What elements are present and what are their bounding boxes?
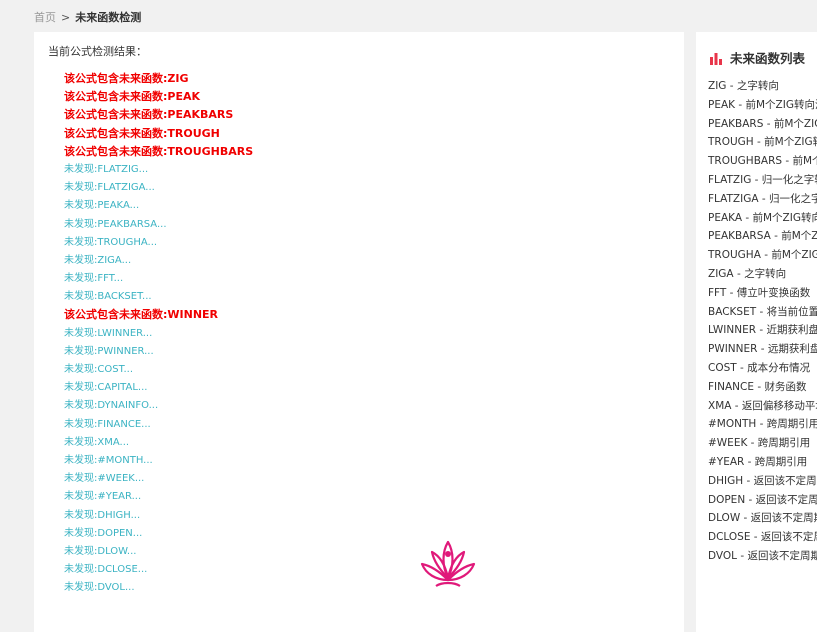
sidebar-function-item[interactable]: DHIGH - 返回该不定周期最高价 [708,472,817,491]
result-item-not-found: 未发现:DHIGH... [64,509,141,521]
sidebar-header: 未来函数列表 [710,50,805,68]
result-item-found: 该公式包含未来函数:TROUGH [64,126,220,140]
result-item-not-found: 未发现:PEAKBARSA... [64,218,167,230]
breadcrumb: 首页 > 未来函数检测 [34,10,141,26]
lotus-logo-watermark [420,540,476,587]
sidebar-function-item[interactable]: DVOL - 返回该不定周期成交量 [708,547,817,566]
future-function-sidebar: 未来函数列表 ZIG - 之字转向PEAK - 前M个ZIG转向波峰值PEAKB… [696,32,817,632]
result-item-found: 该公式包含未来函数:WINNER [64,308,219,322]
result-item-not-found: 未发现:TROUGHA... [64,236,158,248]
result-item-found: 该公式包含未来函数:ZIG [64,72,189,85]
result-item-found: 该公式包含未来函数:PEAKBARS [64,108,234,122]
sidebar-function-item[interactable]: #WEEK - 跨周期引用 [708,434,817,453]
sidebar-function-item[interactable]: #MONTH - 跨周期引用 [708,415,817,434]
sidebar-function-item[interactable]: #YEAR - 跨周期引用 [708,453,817,472]
detection-result-panel: 当前公式检测结果： 该公式包含未来函数:ZIG 该公式包含未来函数:PEAK 该公式… [34,32,684,632]
sidebar-function-item[interactable]: FFT - 傅立叶变换函数 [708,284,817,303]
result-item-not-found: 未发现:DLOW... [64,545,137,557]
sidebar-function-item[interactable]: XMA - 返回偏移移动平均 [708,397,817,416]
sidebar-function-item[interactable]: FLATZIG - 归一化之字转向 [708,171,817,190]
sidebar-function-item[interactable]: PEAKA - 前M个ZIG转向波峰值 [708,209,817,228]
result-item-not-found: 未发现:FLATZIGA... [64,182,155,194]
result-item-not-found: 未发现:DCLOSE... [64,564,148,576]
result-item-not-found: 未发现:#WEEK... [64,473,145,485]
sidebar-function-item[interactable]: FLATZIGA - 归一化之字转向 [708,190,817,209]
breadcrumb-current: 未来函数检测 [75,11,142,24]
sidebar-function-item[interactable]: FINANCE - 财务函数 [708,378,817,397]
sidebar-function-item[interactable]: PWINNER - 远期获利盘比例 [708,340,817,359]
sidebar-function-item[interactable]: PEAKBARSA - 前M个ZIG转向波峰到当前距离 [708,227,817,246]
result-item-not-found: 未发现:CAPITAL... [64,382,148,394]
sidebar-function-item[interactable]: TROUGHBARS - 前M个ZIG转向波谷到当前距离 [708,152,817,171]
sidebar-function-item[interactable]: COST - 成本分布情况 [708,359,817,378]
result-item-found: 该公式包含未来函数:PEAK [64,90,201,104]
sidebar-function-item[interactable]: ZIGA - 之字转向 [708,265,817,284]
sidebar-function-item[interactable]: TROUGH - 前M个ZIG转向波谷值 [708,133,817,152]
breadcrumb-separator: > [61,11,71,24]
future-function-list: ZIG - 之字转向PEAK - 前M个ZIG转向波峰值PEAKBARS - 前… [708,77,817,566]
result-item-not-found: 未发现:FFT... [64,273,124,285]
result-item-not-found: 未发现:ZIGA... [64,254,132,266]
sidebar-function-item[interactable]: DCLOSE - 返回该不定周期收盘价 [708,528,817,547]
result-item-found: 该公式包含未来函数:TROUGHBARS [64,144,254,158]
result-item-not-found: 未发现:FINANCE... [64,418,151,430]
sidebar-function-item[interactable]: PEAKBARS - 前M个ZIG转向波峰到当前距离 [708,115,817,134]
sidebar-function-item[interactable]: DOPEN - 返回该不定周期开盘价 [708,491,817,510]
sidebar-function-item[interactable]: ZIG - 之字转向 [708,77,817,96]
result-item-not-found: 未发现:XMA... [64,436,130,448]
breadcrumb-home-link[interactable]: 首页 [34,11,56,24]
result-item-not-found: 未发现:DOPEN... [64,527,143,539]
result-item-not-found: 未发现:DVOL... [64,582,135,594]
sidebar-function-item[interactable]: DLOW - 返回该不定周期最低价 [708,509,817,528]
result-item-not-found: 未发现:#MONTH... [64,454,153,466]
result-item-not-found: 未发现:LWINNER... [64,327,153,339]
result-item-not-found: 未发现:FLATZIG... [64,163,149,175]
result-list: 该公式包含未来函数:ZIG 该公式包含未来函数:PEAK 该公式包含未来函数:PEA… [64,70,253,597]
sidebar-function-item[interactable]: LWINNER - 近期获利盘比例 [708,321,817,340]
sidebar-title: 未来函数列表 [730,51,806,66]
sidebar-function-item[interactable]: PEAK - 前M个ZIG转向波峰值 [708,96,817,115]
result-item-not-found: 未发现:PWINNER... [64,345,154,357]
result-item-not-found: 未发现:#YEAR... [64,491,142,503]
bar-chart-icon [710,52,722,65]
sidebar-function-item[interactable]: BACKSET - 将当前位置到若干周期前的数据设为1 [708,303,817,322]
result-item-not-found: 未发现:DYNAINFO... [64,400,159,412]
result-item-not-found: 未发现:BACKSET... [64,291,152,303]
sidebar-function-item[interactable]: TROUGHA - 前M个ZIG转向波谷值 [708,246,817,265]
result-item-not-found: 未发现:COST... [64,364,134,375]
result-title: 当前公式检测结果： [48,45,147,58]
result-item-not-found: 未发现:PEAKA... [64,200,140,212]
